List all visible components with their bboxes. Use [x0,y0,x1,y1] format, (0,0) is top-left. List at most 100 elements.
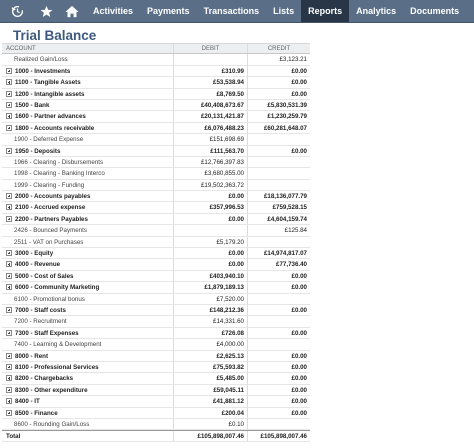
expand-icon[interactable] [6,386,12,393]
expand-icon[interactable] [6,90,12,97]
table-row: 1950 - Deposits £111,563.70 £0.00 [2,145,310,157]
account-cell[interactable]: 1200 - Intangible assets [2,89,173,99]
account-cell[interactable]: 8200 - Chargebacks [2,373,173,383]
credit-column-header[interactable]: CREDIT [247,44,310,54]
table-body: Realized Gain/Loss £3,123.21 1000 - Invest… [2,54,310,431]
shortcuts-button[interactable] [34,0,58,22]
nav-tab-transactions[interactable]: Transactions [197,0,267,22]
home-icon [65,5,79,17]
expand-icon[interactable] [6,124,12,131]
nav-tab-reports[interactable]: Reports [301,0,350,22]
table-row: 1998 - Clearing - Banking Interco £3,680,… [2,168,310,180]
expand-icon[interactable] [6,306,12,313]
expand-icon[interactable] [6,409,12,416]
account-cell[interactable]: 3000 - Equity [2,248,173,258]
account-cell[interactable]: 8100 - Professional Services [2,362,173,372]
account-name: 1200 - Intangible assets [15,90,85,98]
table-row: 6100 - Promotional bonus £7,520.00 [2,293,310,305]
debit-cell: £2,625.13 [173,350,247,361]
account-name: 8400 - IT [15,398,40,406]
debit-cell [173,225,247,236]
expand-icon[interactable] [6,113,12,120]
account-cell[interactable]: 4000 - Revenue [2,259,173,269]
expand-icon[interactable] [6,363,12,370]
expand-icon[interactable] [6,101,12,108]
credit-cell: £60,281,648.07 [247,122,310,134]
debit-cell: £5,485.00 [173,373,247,384]
account-cell[interactable]: 2200 - Partners Payables [2,214,173,224]
account-cell: 1900 - Deferred Expense [2,134,173,144]
debit-cell: £40,408,673.67 [173,99,247,111]
table-row: 1966 - Clearing - Disbursements £12,766,3… [2,156,310,169]
account-cell[interactable]: 1500 - Bank [2,100,173,110]
debit-cell: £7,520.00 [173,293,247,304]
expand-icon[interactable] [6,204,12,211]
account-cell[interactable]: 1950 - Deposits [2,146,173,156]
expand-icon[interactable] [6,272,12,279]
debit-cell: £3,680,855.00 [173,168,247,179]
table-row: 2000 - Accounts payables £0.00 £18,136,077… [2,191,310,203]
expand-icon[interactable] [6,398,12,405]
expand-icon[interactable] [6,147,12,154]
table-row: 1000 - Investments £310.99 £0.00 [2,65,310,78]
nav-tab-lists[interactable]: Lists [266,0,301,22]
credit-cell: £1,230,259.79 [247,111,310,122]
account-cell[interactable]: 8000 - Rent [2,351,173,361]
account-name: 7000 - Staff costs [15,306,66,314]
account-name: 7200 - Recruitment [14,318,67,326]
account-cell[interactable]: 1600 - Partner advances [2,111,173,121]
account-cell[interactable]: 5000 - Cost of Sales [2,271,173,281]
credit-cell: £0.00 [247,304,310,316]
table-row: 7200 - Recruitment £14,331.60 [2,316,310,328]
account-cell[interactable]: 1100 - Tangible Assets [2,77,173,87]
table-row: 1999 - Clearing - Funding £19,502,363.72 [2,179,310,192]
expand-icon[interactable] [6,250,12,257]
account-name: 2426 - Bounced Payments [14,227,87,235]
account-cell[interactable]: 7000 - Staff costs [2,305,173,315]
account-cell[interactable]: 1800 - Accounts receivable [2,123,173,133]
credit-cell [247,316,310,327]
account-cell[interactable]: 2100 - Accrued expense [2,202,173,212]
debit-cell [173,54,247,65]
credit-cell: £0.00 [247,373,310,384]
expand-icon[interactable] [6,67,12,74]
expand-icon[interactable] [6,375,12,382]
nav-tab-activities[interactable]: Activities [86,0,140,22]
table-row: 8100 - Professional Services £75,593.82 £0… [2,361,310,374]
debit-cell: £148,212.36 [173,304,247,316]
debit-cell: £200.04 [173,407,247,418]
home-button[interactable] [58,0,86,22]
top-nav-bar: Activities Payments Transactions Lists Repor… [0,0,474,23]
account-cell[interactable]: 7300 - Staff Expenses [2,328,173,338]
debit-cell: £20,131,421.87 [173,111,247,122]
debit-column-header[interactable]: DEBIT [173,44,247,54]
account-cell[interactable]: 8300 - Other expenditure [2,385,173,395]
account-name: 2100 - Accrued expense [15,204,86,212]
account-cell[interactable]: 1000 - Investments [2,66,173,76]
expand-icon[interactable] [6,79,12,86]
expand-icon[interactable] [6,261,12,268]
expand-icon[interactable] [6,329,12,336]
credit-cell: £0.00 [247,361,310,373]
account-column-header[interactable]: ACCOUNT [2,44,173,53]
account-name: 1500 - Bank [15,101,50,109]
account-cell[interactable]: 6000 - Community Marketing [2,282,173,292]
debit-cell: £4,000.00 [173,339,247,350]
account-cell[interactable]: 2000 - Accounts payables [2,191,173,201]
account-cell: Realized Gain/Loss [2,54,173,64]
recent-records-button[interactable] [0,0,34,22]
account-cell[interactable]: 8500 - Finance [2,408,173,418]
account-cell[interactable]: 8400 - IT [2,396,173,406]
nav-tab-payments[interactable]: Payments [140,0,197,22]
credit-cell: £5,830,531.39 [247,99,310,111]
account-name: 1966 - Clearing - Disbursements [14,158,104,166]
clock-icon [11,5,23,17]
account-name: 7300 - Staff Expenses [15,329,79,337]
expand-icon[interactable] [6,284,12,291]
expand-icon[interactable] [6,352,12,359]
account-name: 6100 - Promotional bonus [14,295,85,303]
nav-tab-documents[interactable]: Documents [403,0,466,22]
expand-icon[interactable] [6,215,12,222]
nav-tab-analytics[interactable]: Analytics [349,0,403,22]
expand-icon[interactable] [6,193,12,200]
